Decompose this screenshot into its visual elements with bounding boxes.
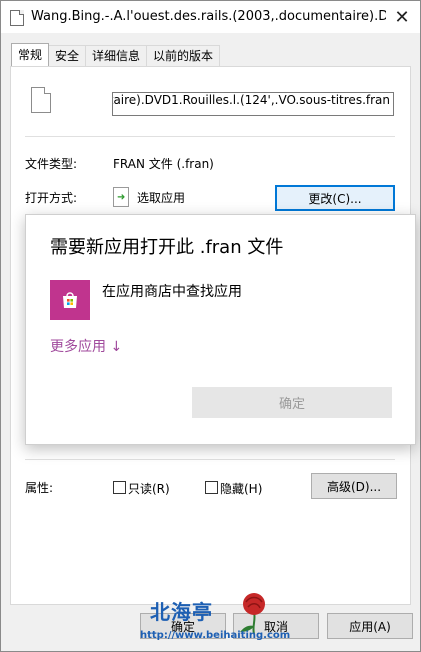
file-type-value: FRAN 文件 (.fran) (113, 157, 214, 171)
change-button[interactable]: 更改(C)... (275, 185, 395, 211)
advanced-button[interactable]: 高级(D)... (311, 473, 397, 499)
readonly-label[interactable]: 只读(R) (128, 480, 170, 497)
watermark-text: 北海亭 (150, 600, 213, 624)
open-with-value: 选取应用 (137, 191, 186, 205)
divider (25, 459, 395, 460)
document-icon (31, 87, 51, 113)
tab-strip: 常规 安全 详细信息 以前的版本 (11, 43, 221, 66)
apply-button[interactable]: 应用(A) (327, 613, 413, 639)
tab-details[interactable]: 详细信息 (85, 45, 148, 66)
hidden-checkbox[interactable] (205, 481, 218, 494)
store-icon (63, 292, 77, 308)
window-title: Wang.Bing.-.A.l'ouest.des.rails.(2003,.d… (31, 9, 386, 24)
hidden-label[interactable]: 隐藏(H) (220, 480, 262, 497)
file-type-label: 文件类型: (25, 157, 78, 171)
tab-previous-versions[interactable]: 以前的版本 (146, 45, 221, 66)
title-bar[interactable]: Wang.Bing.-.A.l'ouest.des.rails.(2003,.d… (1, 1, 420, 33)
watermark-logo: 北海亭 http://www.beihaiting.com (136, 590, 296, 652)
close-button[interactable]: ✕ (384, 1, 420, 33)
flyout-title: 需要新应用打开此 .fran 文件 (50, 237, 284, 258)
tab-security[interactable]: 安全 (48, 45, 87, 66)
tab-general[interactable]: 常规 (11, 43, 50, 66)
more-apps-link[interactable]: 更多应用 ↓ (50, 336, 122, 356)
open-with-label: 打开方式: (25, 191, 78, 205)
open-with-flyout: 需要新应用打开此 .fran 文件 在应用商店中查找应用 更多应用 ↓ 确定 (25, 214, 416, 445)
attributes-label: 属性: (25, 481, 54, 495)
properties-window: Wang.Bing.-.A.l'ouest.des.rails.(2003,.d… (0, 0, 421, 652)
divider (25, 136, 395, 137)
watermark-url: http://www.beihaiting.com (140, 630, 291, 641)
file-icon (10, 10, 24, 26)
store-tile[interactable] (50, 280, 90, 320)
close-icon: ✕ (394, 6, 410, 28)
readonly-checkbox[interactable] (113, 481, 126, 494)
flyout-ok-button[interactable]: 确定 (192, 387, 392, 418)
store-search-link[interactable]: 在应用商店中查找应用 (102, 281, 242, 301)
file-name-input[interactable]: entaire).DVD1.Rouilles.l.(124',.VO.sous-… (112, 92, 394, 116)
open-with-app-icon: ➜ (113, 187, 129, 207)
